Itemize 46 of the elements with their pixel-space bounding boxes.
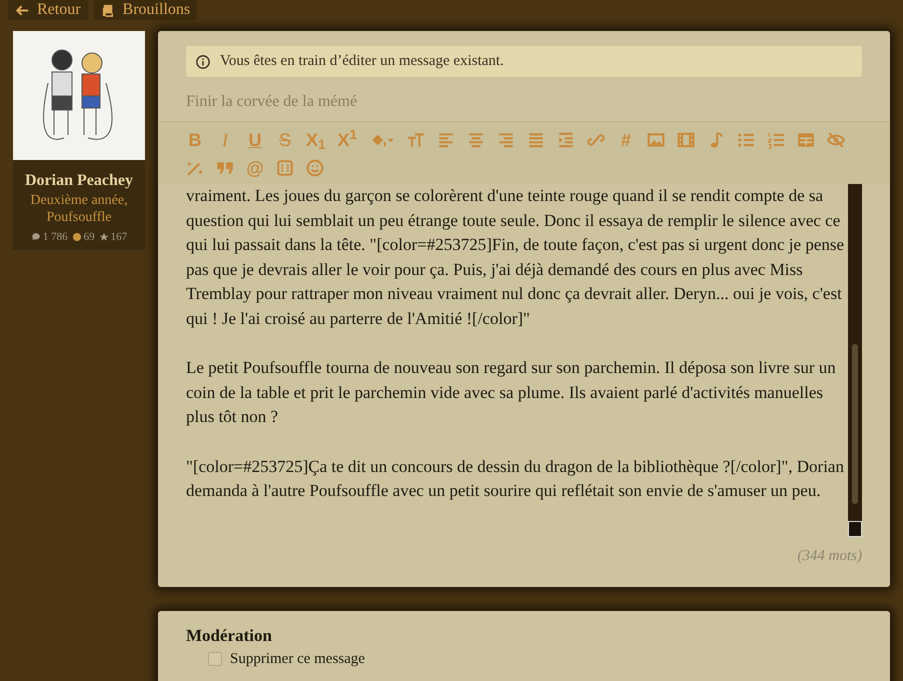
resize-handle[interactable] (848, 521, 862, 537)
align-center-icon[interactable] (467, 131, 486, 149)
paragraph: vraiment. Les joues du garçon se colorèrent d'une teinte rouge quand il se rendit compte de sa question qui lui semblait un peu étrange toute seule. Donc il essaya de remplir le silence avec ce qui lui passait dans la tête. "[color=#253725]Fin, de toute façon, c'est pas si urgent donc je pense pas que je devrais aller le voir pour ça. Puis, j'ai déjà demandé des cours en plus avec Miss Tremblay pour rattraper mon niveau vraiment nul donc ça devrait aller. Deryn... oui je vois, c'est qui ! Je l'ai croisé au parterre de l'Amitié ![/color]" (186, 185, 846, 330)
scrollbar[interactable] (848, 184, 862, 521)
strikethrough-button[interactable]: S (276, 128, 294, 152)
coin-icon (72, 232, 82, 242)
word-count: (344 mots) (797, 547, 862, 566)
image-icon[interactable] (647, 131, 666, 149)
bold-button[interactable]: B (186, 128, 204, 152)
messages-count: 1 786 (42, 230, 68, 245)
paragraph: Le petit Poufsouffle tourna de nouveau son regard sur son parchemin. Il déposa son livre sur un coin de la table et prit le parchemin vide avec sa plume. Ils avaient parlé d'activités manuelles plus tôt non ? (186, 357, 837, 428)
format-button[interactable]: @ (246, 156, 264, 180)
dice-icon[interactable] (276, 159, 294, 177)
film-icon[interactable] (677, 131, 696, 149)
stars-count: 167 (110, 230, 128, 245)
format-button[interactable]: X$^{1}$ (338, 128, 358, 152)
title-field[interactable]: Finir la corvée de la mémé (186, 90, 862, 114)
indent-icon[interactable] (557, 131, 576, 149)
smiley-icon[interactable] (306, 159, 324, 177)
numbered-list-icon[interactable] (767, 131, 786, 149)
checkbox[interactable] (208, 652, 222, 666)
scrollbar-thumb[interactable] (852, 344, 858, 504)
info-icon (196, 54, 210, 68)
notice-text: Vous êtes en train d’éditer un message existant. (220, 52, 504, 72)
coins-count: 69 (84, 230, 95, 245)
paragraph: "[color=#253725]Ça te dit un concours de dessin du dragon de la bibliothèque ?[/color]", Dorian demanda à l'autre Poufsouffle avec un petit sourire qui reflétait son envie de s'amuser un peu. (186, 456, 845, 502)
text-size-icon[interactable] (407, 131, 426, 149)
format-button[interactable]: X$_{1}$ (306, 128, 326, 152)
align-left-icon[interactable] (437, 131, 456, 149)
table-icon[interactable] (797, 131, 816, 149)
format-button[interactable]: # (617, 128, 636, 152)
italic-button[interactable]: I (216, 128, 234, 152)
back-button[interactable]: Retour (8, 0, 88, 20)
align-right-icon[interactable] (497, 131, 516, 149)
user-rank: Deuxième année, Poufsouffle (29, 192, 129, 226)
eye-slash-icon[interactable] (827, 131, 846, 149)
justify-icon[interactable] (527, 131, 546, 149)
bullet-list-icon[interactable] (737, 131, 756, 149)
user-name[interactable]: Dorian Peachey (25, 172, 133, 190)
drafts-button[interactable]: Brouillons (94, 0, 198, 20)
star-icon (98, 232, 109, 242)
back-arrow-icon (15, 2, 30, 18)
moderation-heading: Modération (186, 625, 273, 647)
checkbox-label[interactable]: Supprimer ce message (230, 650, 365, 668)
underline-button[interactable]: U (246, 128, 264, 152)
speech-bubble-icon (30, 232, 41, 242)
